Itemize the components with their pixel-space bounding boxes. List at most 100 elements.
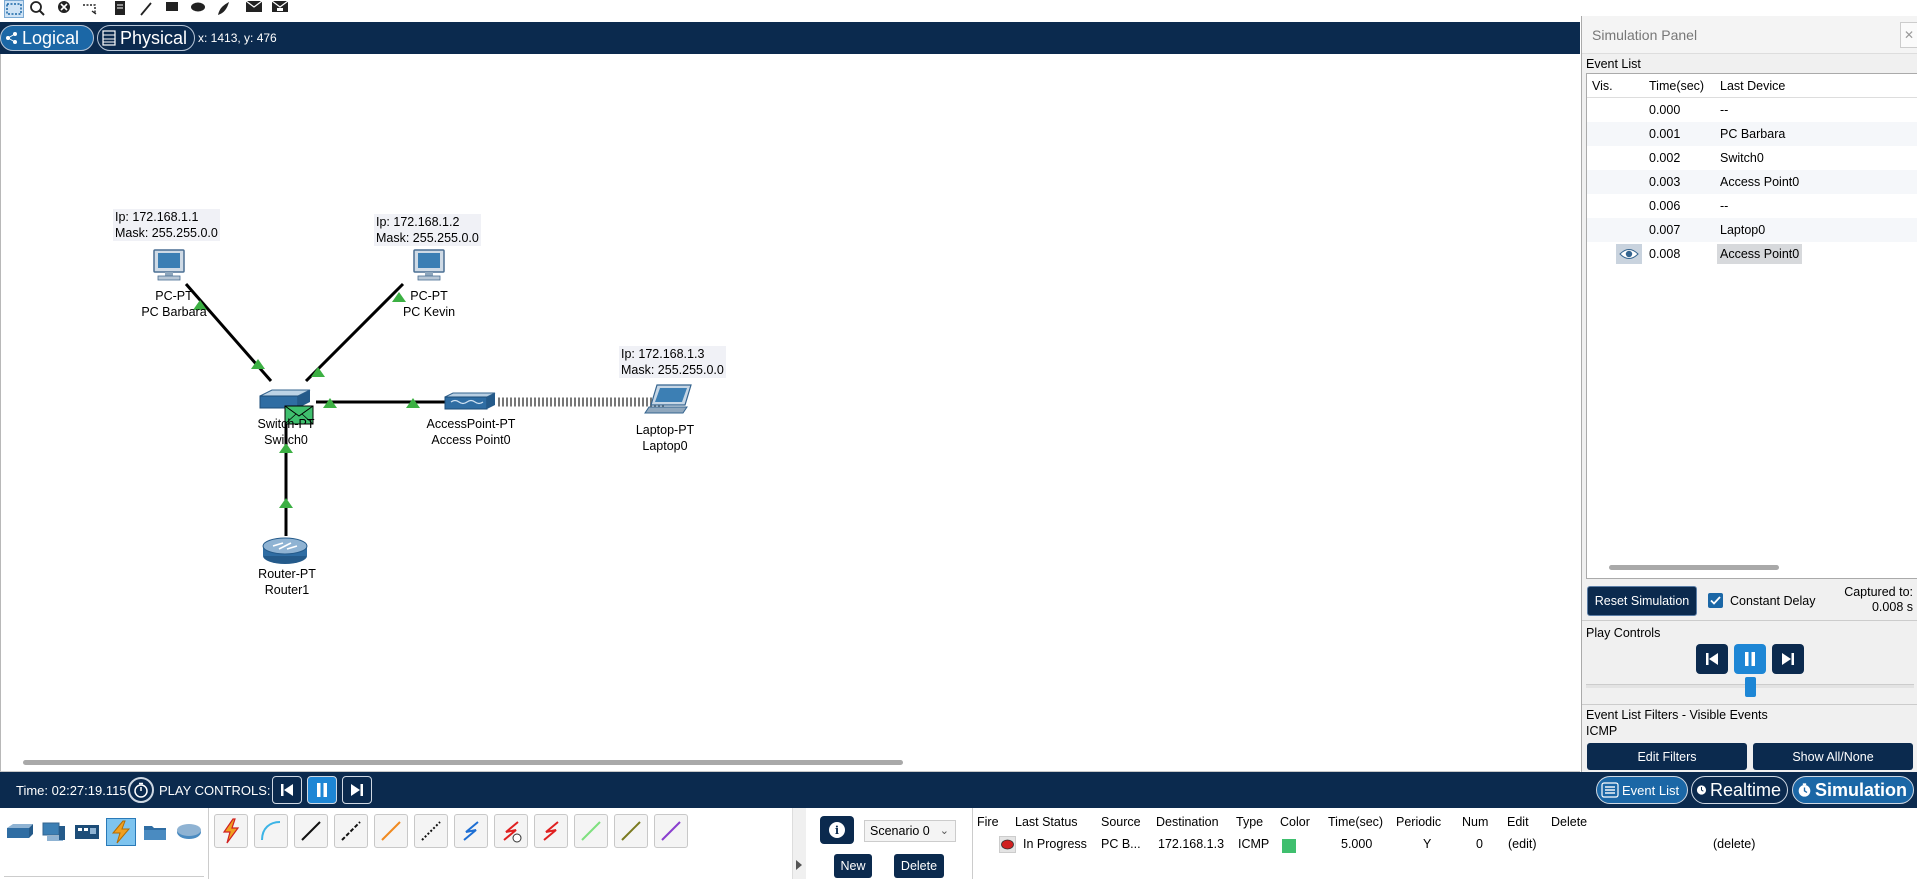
usb-cable-icon[interactable] bbox=[654, 814, 688, 848]
event-row[interactable]: 0.000 -- bbox=[1587, 98, 1917, 122]
note-tool-icon[interactable] bbox=[110, 0, 130, 18]
event-row-current[interactable]: 0.008 Access Point0 bbox=[1587, 242, 1917, 266]
event-list-table[interactable]: Vis. Time(sec) Last Device 0.000 -- 0.00… bbox=[1586, 73, 1917, 579]
multiuser-category-icon[interactable] bbox=[174, 818, 204, 846]
octal-cable-icon[interactable] bbox=[574, 814, 608, 848]
close-icon[interactable]: ✕ bbox=[1900, 22, 1917, 48]
bottom-step-forward-button[interactable] bbox=[342, 776, 372, 804]
step-forward-button[interactable] bbox=[1772, 644, 1804, 674]
chevron-right-icon[interactable] bbox=[796, 860, 802, 870]
pdu-col-last-status[interactable]: Last Status bbox=[1015, 815, 1078, 829]
simulation-mode-tab[interactable]: Simulation bbox=[1792, 776, 1914, 804]
iot-custom-cable-icon[interactable] bbox=[614, 814, 648, 848]
pdu-col-num[interactable]: Num bbox=[1462, 815, 1488, 829]
col-time[interactable]: Time(sec) bbox=[1649, 79, 1704, 93]
step-back-button[interactable] bbox=[1696, 644, 1728, 674]
end-devices-category-icon[interactable] bbox=[38, 818, 68, 846]
realtime-mode-tab[interactable]: Realtime bbox=[1691, 776, 1788, 804]
pdu-col-edit[interactable]: Edit bbox=[1507, 815, 1529, 829]
pdu-col-time[interactable]: Time(sec) bbox=[1328, 815, 1383, 829]
event-time: 0.000 bbox=[1649, 103, 1681, 117]
col-vis[interactable]: Vis. bbox=[1592, 79, 1613, 93]
pdu-time: 5.000 bbox=[1341, 837, 1373, 851]
connections-category-icon[interactable] bbox=[106, 818, 136, 846]
playback-speed-slider-thumb[interactable] bbox=[1744, 677, 1756, 697]
serial-dce-icon[interactable] bbox=[494, 814, 528, 848]
reset-simulation-button[interactable]: Reset Simulation bbox=[1587, 586, 1697, 616]
miscellaneous-category-icon[interactable] bbox=[140, 818, 170, 846]
select-tool-icon[interactable] bbox=[4, 0, 24, 18]
pdu-col-delete[interactable]: Delete bbox=[1551, 815, 1587, 829]
pc-barbara-mask: Mask: 255.255.0.0 bbox=[115, 226, 218, 240]
serial-dte-icon[interactable] bbox=[534, 814, 568, 848]
scenario-select[interactable]: Scenario 0 ⌄ bbox=[864, 820, 956, 842]
logical-label: Logical bbox=[22, 27, 80, 48]
laptop0-mask: Mask: 255.255.0.0 bbox=[621, 363, 724, 377]
canvas-horizontal-scrollbar[interactable] bbox=[23, 760, 903, 765]
pc-barbara-address-note[interactable]: Ip: 172.168.1.1 Mask: 255.255.0.0 bbox=[113, 209, 220, 241]
copper-straight-through-icon[interactable] bbox=[294, 814, 328, 848]
pdu-col-source[interactable]: Source bbox=[1101, 815, 1141, 829]
draw-ellipse-icon[interactable] bbox=[188, 0, 208, 18]
new-scenario-button[interactable]: New bbox=[834, 854, 872, 878]
logical-workspace-canvas[interactable]: Ip: 172.168.1.1 Mask: 255.255.0.0 Ip: 17… bbox=[0, 54, 1580, 772]
event-row[interactable]: 0.002 Switch0 bbox=[1587, 146, 1917, 170]
pc-kevin-type: PC-PT bbox=[410, 289, 448, 303]
palette-scroll-arrow[interactable] bbox=[792, 808, 806, 879]
pdu-col-type[interactable]: Type bbox=[1236, 815, 1263, 829]
coaxial-cable-icon[interactable] bbox=[454, 814, 488, 848]
bottom-step-back-button[interactable] bbox=[272, 776, 302, 804]
phone-cable-icon[interactable] bbox=[414, 814, 448, 848]
event-list-horizontal-scrollbar[interactable] bbox=[1609, 565, 1779, 570]
add-complex-pdu-icon[interactable] bbox=[270, 0, 290, 18]
laptop0-address-note[interactable]: Ip: 172.168.1.3 Mask: 255.255.0.0 bbox=[619, 346, 726, 378]
checkbox-checked-icon[interactable] bbox=[1708, 593, 1723, 608]
power-cycle-timer-icon[interactable] bbox=[128, 777, 154, 803]
show-all-none-button[interactable]: Show All/None bbox=[1753, 743, 1913, 770]
delete-scenario-button[interactable]: Delete bbox=[894, 854, 944, 878]
scenario-info-button[interactable]: i bbox=[820, 816, 854, 844]
pdu-col-fire[interactable]: Fire bbox=[977, 815, 999, 829]
fire-pdu-icon[interactable] bbox=[999, 836, 1016, 853]
pdu-delete-link[interactable]: (delete) bbox=[1713, 837, 1755, 851]
eye-icon[interactable] bbox=[1616, 244, 1642, 264]
pdu-col-color[interactable]: Color bbox=[1280, 815, 1310, 829]
console-cable-icon[interactable] bbox=[254, 814, 288, 848]
laptop0-device[interactable]: Laptop-PT Laptop0 bbox=[615, 422, 715, 454]
pc-barbara-device[interactable]: PC-PT PC Barbara bbox=[121, 288, 227, 320]
components-category-icon[interactable] bbox=[72, 818, 102, 846]
freeform-icon[interactable] bbox=[214, 0, 234, 18]
copper-cross-over-icon[interactable] bbox=[334, 814, 368, 848]
draw-line-icon[interactable] bbox=[136, 0, 156, 18]
inspect-tool-icon[interactable] bbox=[28, 0, 48, 18]
add-simple-pdu-icon[interactable] bbox=[244, 0, 264, 18]
access-point0-device[interactable]: AccessPoint-PT Access Point0 bbox=[413, 416, 529, 448]
draw-rectangle-icon[interactable] bbox=[162, 0, 182, 18]
play-pause-button[interactable] bbox=[1734, 644, 1766, 674]
event-row[interactable]: 0.007 Laptop0 bbox=[1587, 218, 1917, 242]
delete-tool-icon[interactable] bbox=[54, 0, 74, 18]
pdu-col-periodic[interactable]: Periodic bbox=[1396, 815, 1441, 829]
logical-workspace-button[interactable]: Logical bbox=[0, 25, 94, 51]
event-row[interactable]: 0.003 Access Point0 bbox=[1587, 170, 1917, 194]
fiber-cable-icon[interactable] bbox=[374, 814, 408, 848]
event-time: 0.003 bbox=[1649, 175, 1681, 189]
bottom-play-pause-button[interactable] bbox=[307, 776, 337, 804]
constant-delay-checkbox[interactable]: Constant Delay bbox=[1708, 593, 1815, 608]
pdu-edit-link[interactable]: (edit) bbox=[1508, 837, 1536, 851]
resize-shape-icon[interactable] bbox=[80, 0, 100, 18]
event-row[interactable]: 0.006 -- bbox=[1587, 194, 1917, 218]
physical-workspace-button[interactable]: Physical bbox=[97, 25, 195, 51]
automatic-connection-icon[interactable] bbox=[214, 814, 248, 848]
edit-filters-button[interactable]: Edit Filters bbox=[1587, 743, 1747, 770]
network-devices-category-icon[interactable] bbox=[4, 818, 34, 846]
col-last-device[interactable]: Last Device bbox=[1720, 79, 1785, 93]
pdu-col-destination[interactable]: Destination bbox=[1156, 815, 1219, 829]
event-row[interactable]: 0.001 PC Barbara bbox=[1587, 122, 1917, 146]
router1-device[interactable]: Router-PT Router1 bbox=[237, 566, 337, 598]
pc-kevin-address-note[interactable]: Ip: 172.168.1.2 Mask: 255.255.0.0 bbox=[374, 214, 481, 246]
pc-kevin-device[interactable]: PC-PT PC Kevin bbox=[379, 288, 479, 320]
switch0-device[interactable]: Switch-PT Switch0 bbox=[237, 416, 335, 448]
simulation-time: Time: 02:27:19.115 bbox=[16, 783, 127, 798]
event-list-toggle-button[interactable]: Event List bbox=[1596, 776, 1688, 804]
